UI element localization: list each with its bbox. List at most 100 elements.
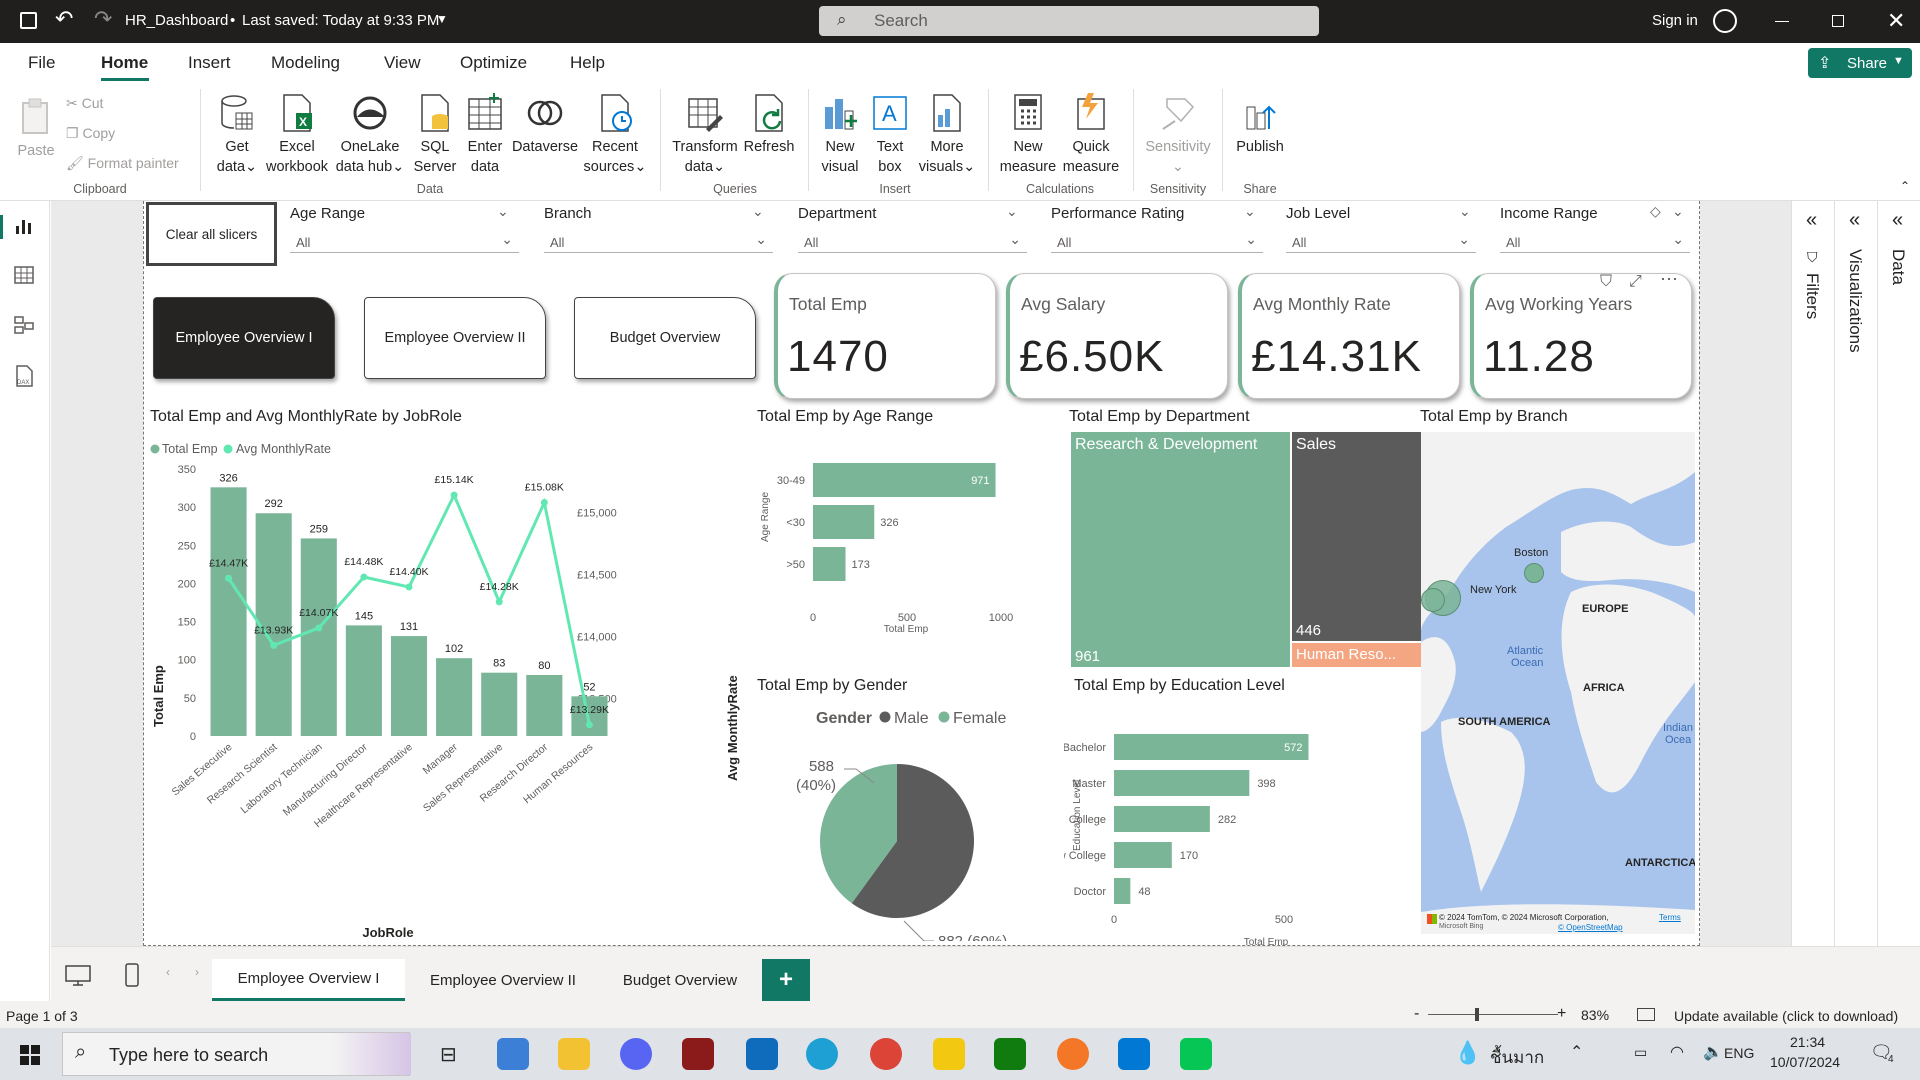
undo-icon[interactable]: ↶ — [55, 6, 73, 32]
zoom-in-button[interactable]: + — [1557, 1005, 1566, 1023]
nav-budget-overview[interactable]: Budget Overview — [574, 297, 756, 379]
paste-button[interactable]: Paste — [14, 97, 58, 161]
dataverse-button[interactable]: Dataverse — [510, 93, 580, 157]
menu-modeling[interactable]: Modeling — [271, 53, 340, 73]
bubble-new-york-2[interactable] — [1421, 588, 1445, 612]
report-view-icon[interactable] — [14, 216, 34, 236]
focus-mode-icon[interactable]: ⤢ — [1629, 273, 1642, 291]
chrome-icon[interactable] — [870, 1038, 902, 1070]
chevron-down-icon[interactable]: ▼ — [436, 12, 448, 26]
dax-query-view-icon[interactable]: DAX — [14, 365, 34, 387]
excel-workbook-button[interactable]: X Excel workbook — [262, 93, 332, 177]
new-measure-button[interactable]: New measure — [996, 93, 1060, 177]
update-notice[interactable]: Update available (click to download) — [1674, 1008, 1898, 1024]
mobile-layout-icon[interactable] — [125, 963, 139, 987]
tab-employee-overview-1[interactable]: Employee Overview I — [212, 959, 405, 1001]
tab-budget-overview[interactable]: Budget Overview — [601, 959, 759, 1001]
menu-help[interactable]: Help — [570, 53, 605, 73]
job-level-dropdown[interactable]: All ⌄ — [1286, 229, 1476, 253]
menu-optimize[interactable]: Optimize — [460, 53, 527, 73]
chevron-left-icon[interactable]: ‹ — [166, 965, 170, 979]
table-view-icon[interactable] — [14, 265, 34, 285]
sql-server-button[interactable]: SQL Server — [410, 93, 460, 177]
zoom-out-button[interactable]: - — [1414, 1005, 1419, 1023]
map-osm-link[interactable]: © OpenStreetMap — [1558, 923, 1623, 932]
mail-icon[interactable] — [497, 1038, 529, 1070]
eraser-icon[interactable]: ◇ — [1650, 203, 1661, 220]
text-box-button[interactable]: A Text box — [866, 93, 914, 177]
menu-view[interactable]: View — [384, 53, 421, 73]
nav-employee-overview-2[interactable]: Employee Overview II — [364, 297, 546, 379]
bubble-boston[interactable] — [1524, 563, 1544, 583]
share-button[interactable]: ⇪ Share ▼ — [1808, 48, 1912, 78]
refresh-button[interactable]: Refresh — [742, 93, 796, 157]
map-terms-link[interactable]: Terms — [1659, 913, 1681, 922]
speaker-icon[interactable]: 🔈 — [1703, 1042, 1723, 1062]
zoom-slider-thumb[interactable] — [1475, 1008, 1479, 1021]
discord-icon[interactable] — [620, 1038, 652, 1070]
outlook-icon[interactable] — [746, 1038, 778, 1070]
language-indicator[interactable]: ENG — [1724, 1045, 1754, 1061]
more-options-icon[interactable]: ⋯ — [1660, 269, 1678, 290]
jupyter-icon[interactable] — [1057, 1038, 1089, 1070]
publish-button[interactable]: Publish — [1230, 93, 1290, 157]
recent-sources-button[interactable]: Recent sources⌄ — [582, 93, 648, 177]
quick-measure-button[interactable]: Quick measure — [1060, 93, 1122, 177]
power-bi-icon[interactable] — [933, 1038, 965, 1070]
more-visuals-button[interactable]: More visuals⌄ — [916, 93, 978, 177]
collapse-ribbon-icon[interactable]: ⌃ — [1900, 179, 1910, 193]
visualizations-pane[interactable]: « Visualizations — [1834, 201, 1877, 1001]
task-view-icon[interactable]: ⊟ — [440, 1042, 457, 1067]
line-icon[interactable] — [1180, 1038, 1212, 1070]
clock-date[interactable]: 10/07/2024 — [1770, 1054, 1840, 1070]
new-visual-button[interactable]: New visual — [816, 93, 864, 177]
account-icon[interactable] — [1713, 9, 1737, 33]
model-view-icon[interactable] — [14, 315, 34, 335]
chevron-right-icon[interactable]: › — [195, 965, 199, 979]
data-pane[interactable]: « Data — [1877, 201, 1920, 1001]
search-input[interactable]: ⌕ Search — [819, 6, 1319, 36]
transform-data-button[interactable]: Transform data⌄ — [668, 93, 742, 177]
weather-icon[interactable]: 💧 — [1454, 1040, 1481, 1066]
clock-time[interactable]: 21:34 — [1790, 1034, 1825, 1050]
format-painter-button[interactable]: 🖌 Format painter — [66, 153, 179, 173]
performance-rating-dropdown[interactable]: All ⌄ — [1051, 229, 1263, 253]
save-icon[interactable] — [20, 12, 37, 29]
cut-button[interactable]: ✂ Cut — [66, 93, 103, 113]
vscode-icon[interactable] — [1118, 1038, 1150, 1070]
minimize-icon[interactable] — [1775, 21, 1789, 22]
copy-button[interactable]: ❐ Copy — [66, 123, 115, 143]
tray-chevron-icon[interactable]: ⌃ — [1570, 1042, 1583, 1062]
enter-data-button[interactable]: Enter data — [462, 93, 508, 177]
edge-icon[interactable] — [806, 1038, 838, 1070]
fit-to-page-icon[interactable] — [1637, 1008, 1655, 1021]
taskbar-search[interactable]: ⌕ Type here to search — [62, 1032, 411, 1076]
age-range-dropdown[interactable]: All ⌄ — [290, 229, 519, 253]
sensitivity-button[interactable]: Sensitivity ⌄ — [1140, 93, 1216, 177]
zoom-slider[interactable] — [1428, 1014, 1558, 1015]
onelake-data-hub-button[interactable]: OneLake data hub⌄ — [334, 93, 406, 177]
filter-icon[interactable]: ⛉ — [1600, 273, 1612, 291]
clear-slicers-button[interactable]: Clear all slicers — [146, 202, 277, 266]
filters-pane[interactable]: « ⛉ Filters — [1791, 201, 1834, 1001]
branch-dropdown[interactable]: All ⌄ — [544, 229, 773, 253]
redo-icon[interactable]: ↷ — [94, 6, 112, 32]
get-data-button[interactable]: Get data⌄ — [212, 93, 262, 177]
treemap-rnd[interactable]: Research & Development 961 — [1071, 432, 1290, 667]
income-range-dropdown[interactable]: All ⌄ — [1500, 229, 1690, 253]
file-explorer-icon[interactable] — [558, 1038, 590, 1070]
add-page-button[interactable]: + — [762, 959, 810, 1001]
app-icon[interactable] — [682, 1038, 714, 1070]
desktop-layout-icon[interactable] — [65, 965, 91, 987]
network-icon[interactable]: ◠ — [1670, 1042, 1684, 1062]
xbox-icon[interactable] — [994, 1038, 1026, 1070]
menu-home[interactable]: Home — [101, 53, 148, 73]
menu-file[interactable]: File — [28, 53, 55, 73]
close-icon[interactable]: ✕ — [1887, 8, 1905, 34]
windows-start-icon[interactable] — [20, 1045, 40, 1065]
menu-insert[interactable]: Insert — [188, 53, 231, 73]
branch-map[interactable]: Boston New York EUROPE Atlantic Ocean AF… — [1421, 432, 1695, 934]
sign-in-link[interactable]: Sign in — [1652, 12, 1698, 29]
nav-employee-overview-1[interactable]: Employee Overview I — [153, 297, 335, 379]
tab-employee-overview-2[interactable]: Employee Overview II — [407, 959, 599, 1001]
